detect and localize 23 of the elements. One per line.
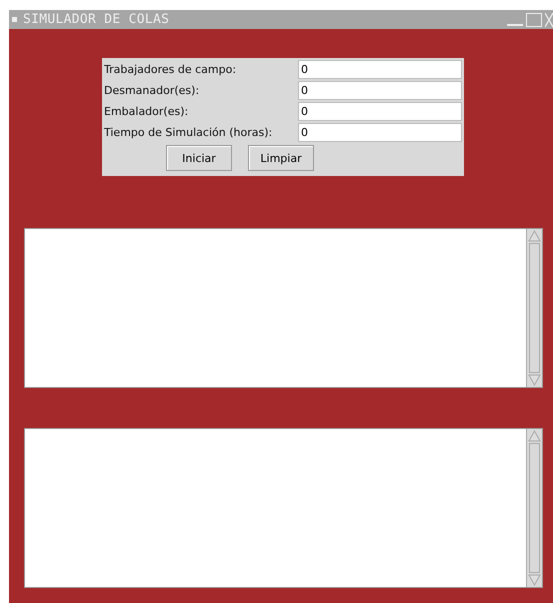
input-field[interactable]: 0 <box>298 60 462 79</box>
input-field[interactable]: 0 <box>298 81 462 100</box>
scrollbar[interactable] <box>526 429 542 587</box>
field-label: Embalador(es): <box>104 104 190 120</box>
field-label: Desmanador(es): <box>104 83 200 99</box>
field-label: Tiempo de Simulación (horas): <box>104 125 274 141</box>
field-label: Trabajadores de campo: <box>104 62 238 78</box>
scroll-down-icon[interactable] <box>528 574 541 587</box>
minimize-icon[interactable] <box>507 24 523 26</box>
text-area[interactable] <box>24 428 543 588</box>
scroll-up-icon[interactable] <box>528 429 541 442</box>
form-button[interactable]: Iniciar <box>166 145 232 171</box>
close-icon[interactable] <box>545 11 553 29</box>
scroll-down-icon[interactable] <box>528 374 541 387</box>
input-field[interactable]: 0 <box>298 102 462 121</box>
window-title: SIMULADOR DE COLAS <box>23 12 170 27</box>
scrollbar[interactable] <box>526 229 542 387</box>
maximize-icon[interactable] <box>526 13 542 27</box>
input-field[interactable]: 0 <box>298 123 462 142</box>
text-area[interactable] <box>24 228 543 388</box>
scroll-up-icon[interactable] <box>528 229 541 242</box>
form-button[interactable]: Limpiar <box>248 145 314 171</box>
window-menu-icon[interactable] <box>12 17 17 22</box>
